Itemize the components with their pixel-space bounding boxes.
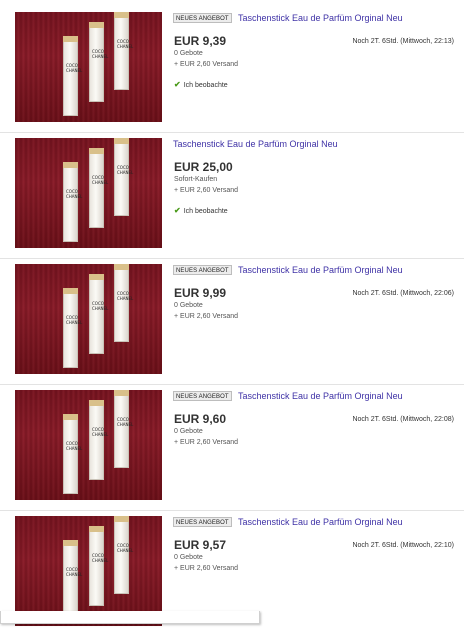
listing-price: EUR 9,57 [174, 538, 227, 552]
listing-thumbnail[interactable]: COCO CHANEL COCO CHANEL COCO CHANEL [15, 138, 162, 248]
watching-status[interactable]: ✔ Ich beobachte [174, 206, 228, 216]
time-left: Noch 2T. 6Std. (Mittwoch, 22:06) [352, 290, 454, 297]
listing-thumbnail[interactable]: COCO CHANEL COCO CHANEL COCO CHANEL [15, 390, 162, 500]
bid-count: 0 Gebote [174, 428, 203, 435]
shipping-cost: + EUR 2,60 Versand [174, 439, 239, 446]
listing-title-link[interactable]: Taschenstick Eau de Parfüm Orginal Neu [238, 516, 403, 528]
listing-price: EUR 9,39 [174, 34, 227, 48]
listing-thumbnail[interactable]: COCO CHANEL COCO CHANEL COCO CHANEL [15, 516, 162, 626]
perfume-bottle-image: COCO CHANEL [63, 36, 82, 116]
shipping-cost: + EUR 2,60 Versand [174, 187, 239, 194]
listing-item: COCO CHANEL COCO CHANEL COCO CHANEL NEUES A… [0, 0, 464, 126]
watching-status[interactable]: ✔ Ich beobachte [174, 80, 228, 90]
perfume-bottle-image: COCO CHANEL [63, 288, 82, 368]
perfume-bottle-image: COCO CHANEL [63, 540, 82, 620]
perfume-bottle-image: COCO CHANEL [89, 400, 108, 480]
tooltip-overlay-frame [0, 611, 260, 624]
bid-count: 0 Gebote [174, 554, 203, 561]
perfume-bottle-image: COCO CHANEL [114, 12, 133, 90]
perfume-bottle-image: COCO CHANEL [114, 516, 133, 594]
checkmark-icon: ✔ [174, 206, 181, 215]
shipping-cost: + EUR 2,60 Versand [174, 313, 239, 320]
listing-price: EUR 9,60 [174, 412, 227, 426]
listing-title-link[interactable]: Taschenstick Eau de Parfüm Orginal Neu [238, 390, 403, 402]
bid-count: 0 Gebote [174, 50, 203, 57]
listing-title-link[interactable]: Taschenstick Eau de Parfüm Orginal Neu [238, 12, 403, 24]
time-left: Noch 2T. 6Std. (Mittwoch, 22:10) [352, 542, 454, 549]
shipping-cost: + EUR 2,60 Versand [174, 61, 239, 68]
perfume-bottle-image: COCO CHANEL [114, 390, 133, 468]
time-left: Noch 2T. 6Std. (Mittwoch, 22:13) [352, 38, 454, 45]
perfume-bottle-image: COCO CHANEL [89, 274, 108, 354]
bid-count: 0 Gebote [174, 302, 203, 309]
listing-title-link[interactable]: Taschenstick Eau de Parfüm Orginal Neu [173, 138, 338, 150]
buy-it-now-label: Sofort-Kaufen [174, 176, 218, 183]
new-listing-badge: NEUES ANGEBOT [173, 13, 232, 23]
perfume-bottle-image: COCO CHANEL [63, 414, 82, 494]
checkmark-icon: ✔ [174, 80, 181, 89]
perfume-bottle-image: COCO CHANEL [89, 22, 108, 102]
watching-label: Ich beobachte [183, 208, 228, 215]
listing-price: EUR 9,99 [174, 286, 227, 300]
listing-thumbnail[interactable]: COCO CHANEL COCO CHANEL COCO CHANEL [15, 12, 162, 122]
perfume-bottle-image: COCO CHANEL [89, 526, 108, 606]
perfume-bottle-image: COCO CHANEL [114, 138, 133, 216]
new-listing-badge: NEUES ANGEBOT [173, 265, 232, 275]
shipping-cost: + EUR 2,60 Versand [174, 565, 239, 572]
listing-price: EUR 25,00 [174, 160, 233, 174]
listing-item: COCO CHANEL COCO CHANEL COCO CHANEL NEUES A… [0, 378, 464, 504]
listing-item: COCO CHANEL COCO CHANEL COCO CHANEL NEUES A… [0, 252, 464, 378]
new-listing-badge: NEUES ANGEBOT [173, 517, 232, 527]
listing-title-link[interactable]: Taschenstick Eau de Parfüm Orginal Neu [238, 264, 403, 276]
listing-item: COCO CHANEL COCO CHANEL COCO CHANEL Taschen… [0, 126, 464, 252]
perfume-bottle-image: COCO CHANEL [89, 148, 108, 228]
perfume-bottle-image: COCO CHANEL [114, 264, 133, 342]
listing-thumbnail[interactable]: COCO CHANEL COCO CHANEL COCO CHANEL [15, 264, 162, 374]
new-listing-badge: NEUES ANGEBOT [173, 391, 232, 401]
time-left: Noch 2T. 6Std. (Mittwoch, 22:08) [352, 416, 454, 423]
perfume-bottle-image: COCO CHANEL [63, 162, 82, 242]
watching-label: Ich beobachte [183, 82, 228, 89]
